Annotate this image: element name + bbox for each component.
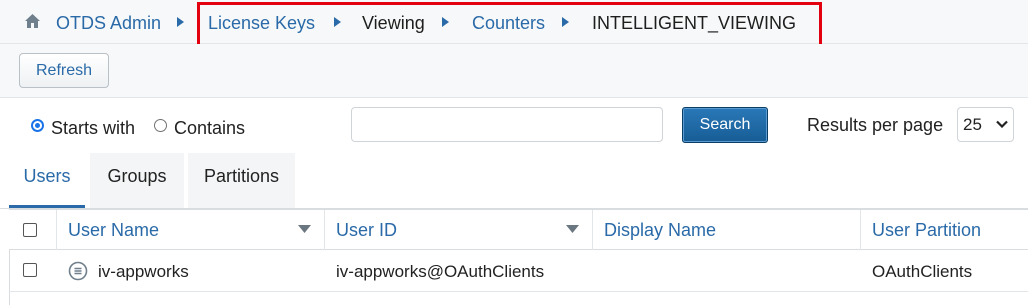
column-label-user-partition: User Partition [872,220,982,240]
column-label-display-name: Display Name [604,220,717,240]
cell-user-partition: OAuthClients [872,262,973,281]
select-all-checkbox[interactable] [23,223,37,237]
breadcrumb-counters[interactable]: Counters [472,12,545,34]
tab-bar: Users Groups Partitions [0,153,1028,209]
sort-down-icon[interactable] [566,225,579,233]
breadcrumb-license-keys[interactable]: License Keys [208,12,315,34]
column-header-user-id[interactable]: User ID [325,210,593,250]
breadcrumb-viewing: Viewing [362,13,425,33]
breadcrumb: OTDS Admin License Keys Viewing Counters… [0,0,1028,44]
cell-user-name[interactable]: iv-appworks [98,261,189,283]
contains-radio[interactable] [154,119,167,132]
results-per-page-value: 25 [963,115,982,134]
tab-users[interactable]: Users [9,153,85,208]
tab-groups[interactable]: Groups [90,153,184,208]
breadcrumb-separator-icon [562,17,569,27]
toolbar: Refresh [0,44,1028,98]
row-checkbox[interactable] [23,263,37,277]
breadcrumb-separator-icon [334,17,341,27]
refresh-button[interactable]: Refresh [19,53,109,88]
tab-partitions[interactable]: Partitions [188,153,295,208]
oauth-client-user-icon [68,261,88,281]
column-label-user-name: User Name [68,220,160,240]
starts-with-label: Starts with [51,118,136,138]
table-row[interactable]: iv-appworks iv-appworks@OAuthClients OAu… [9,251,1028,292]
results-per-page-label: Results per page [807,115,944,135]
cell-user-id: iv-appworks@OAuthClients [336,262,545,281]
select-all-column [9,210,57,250]
column-header-user-name[interactable]: User Name [57,210,325,250]
search-input[interactable] [351,107,663,142]
search-button[interactable]: Search [682,107,768,143]
sort-down-icon[interactable] [298,225,311,233]
table-header: User Name User ID Display Name User Part… [9,209,1028,250]
breadcrumb-otds-admin[interactable]: OTDS Admin [56,12,161,34]
chevron-down-icon [996,120,1008,128]
breadcrumb-intelligent-viewing: INTELLIGENT_VIEWING [592,13,797,33]
home-icon[interactable] [24,13,41,29]
contains-label: Contains [174,118,246,138]
column-label-user-id: User ID [336,220,398,240]
column-header-display-name[interactable]: Display Name [593,210,861,250]
column-header-user-partition[interactable]: User Partition [861,210,1028,250]
starts-with-radio[interactable] [31,119,44,132]
breadcrumb-separator-icon [442,17,449,27]
breadcrumb-separator-icon [177,17,184,27]
results-per-page-select[interactable]: 25 [957,107,1014,142]
